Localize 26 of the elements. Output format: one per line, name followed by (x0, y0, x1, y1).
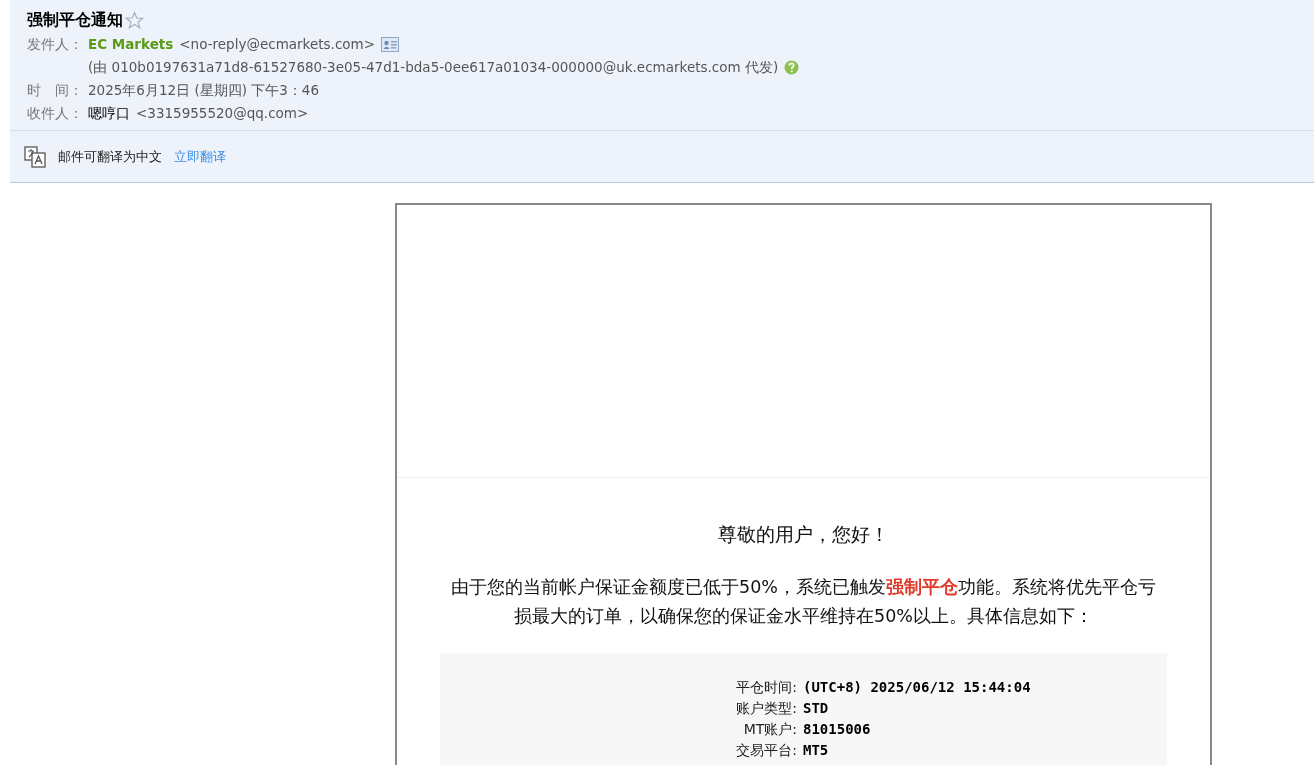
proxy-sender-note: (由 010b0197631a71d8-61527680-3e05-47d1-bda5-0ee617a01034-000000@uk.ecmarkets.com 代发) (88, 58, 779, 77)
contact-card-icon[interactable] (381, 37, 400, 52)
field-label: 发件人： (27, 35, 84, 54)
sent-time: 2025年6月12日 (星期四) 下午3：46 (88, 82, 319, 98)
help-icon[interactable] (784, 60, 800, 75)
translate-link[interactable]: 立即翻译 (174, 147, 226, 166)
greeting-text: 尊敬的用户，您好！ (717, 522, 890, 547)
field-label: 收件人： (27, 104, 84, 123)
translate-icon[interactable] (24, 145, 46, 168)
detail-label: 交易平台: (735, 741, 797, 760)
detail-label: 账户类型: (735, 699, 797, 718)
detail-label: 平仓时间: (735, 678, 797, 697)
notice-paragraph: 由于您的当前帐户保证金额度已低于50%，系统已触发强制平仓功能。系统将优先平仓亏损最大的订单，以确保您的保证金水平维持在50%以上。具体信息如下： (450, 576, 1157, 628)
recipient-address: <3315955520@qq.com> (136, 104, 309, 123)
sender-address: <no-reply@ecmarkets.com> (179, 35, 376, 54)
detail-value: 81015006 (803, 720, 872, 739)
translate-notice: 邮件可翻译为中文 (58, 147, 162, 166)
detail-value: MT5 (803, 741, 830, 760)
star-icon[interactable] (125, 10, 144, 30)
email-subject: 强制平仓通知 (27, 9, 123, 31)
field-label: 时 间： (27, 81, 84, 100)
detail-value: STD (803, 699, 830, 718)
sender-name[interactable]: EC Markets (88, 33, 174, 56)
recipient-name[interactable]: 嗯哼口 (88, 102, 130, 125)
detail-label: MT账户: (742, 720, 797, 739)
detail-value: (UTC+8) 2025/06/12 15:44:04 (803, 678, 1032, 697)
